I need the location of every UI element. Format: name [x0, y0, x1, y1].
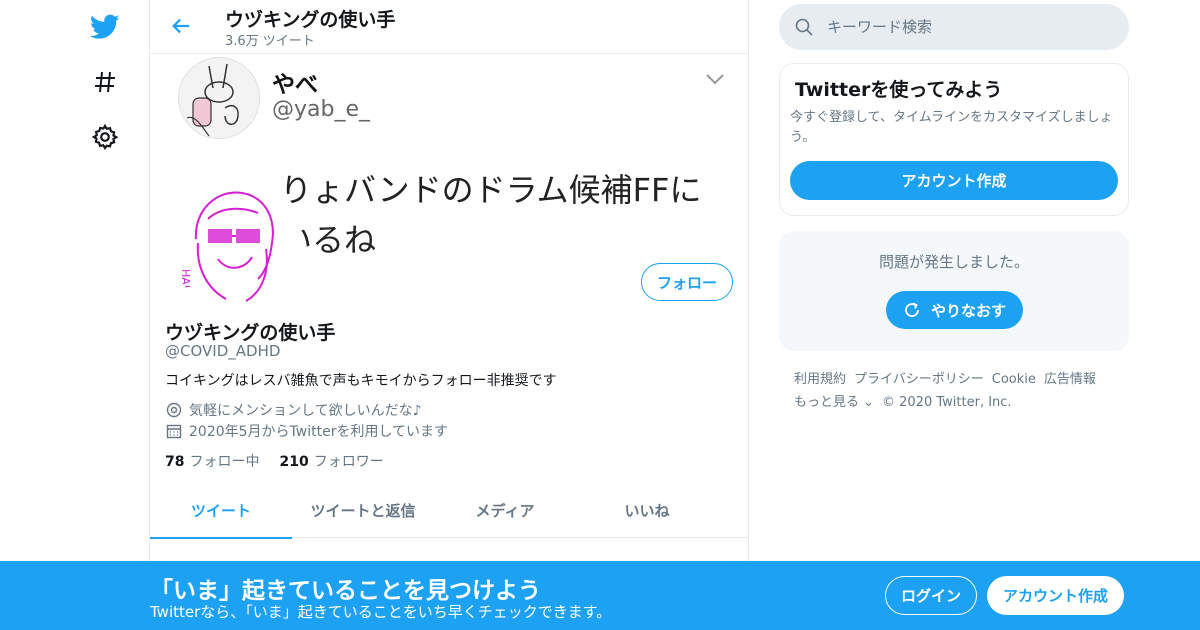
footer-link-terms[interactable]: 利用規約 [794, 372, 846, 387]
location-pin-icon [165, 401, 183, 419]
bottom-create-account-button[interactable]: アカウント作成 [987, 576, 1124, 615]
back-button[interactable] [166, 11, 196, 41]
signup-bottom-bar: 「いま」起きていることを見つけよう Twitterなら、「いま」起きていることを… [0, 561, 1200, 630]
location-text: 気軽にメンションして欲しいんだな♪ [189, 403, 422, 419]
profile-avatar[interactable]: HAHA [164, 175, 300, 311]
profile-bio: コイキングはレスバ雑魚で声もキモイからフォロー非推奨です [165, 373, 557, 389]
profile-header: ウヅキングの使い手 3.6万 ツイート [150, 0, 748, 54]
followers-label: フォロワー [313, 454, 384, 470]
profile-display-name: ウヅキングの使い手 [165, 322, 336, 344]
right-sidebar: Twitterを使ってみよう 今すぐ登録して、タイムラインをカスタマイズしましょ… [779, 0, 1129, 630]
profile-location: 気軽にメンションして欲しいんだな♪ [165, 400, 422, 420]
twitter-bird-icon [90, 14, 120, 39]
search-input[interactable] [827, 18, 1107, 36]
error-card: 問題が発生しました。 やりなおす [779, 231, 1129, 351]
signup-card-description: 今すぐ登録して、タイムラインをカスタマイズしましょう。 [790, 110, 1113, 145]
search-icon [795, 18, 813, 36]
left-navigation [80, 0, 130, 630]
profile-tabs: ツイート ツイートと返信 メディア いいね [150, 483, 748, 539]
calendar-icon [165, 422, 183, 440]
bottom-bar-title: 「いま」起きていることを見つけよう [150, 578, 541, 604]
profile-join-date: 2020年5月からTwitterを利用しています [165, 421, 448, 441]
copyright: © 2020 Twitter, Inc. [882, 395, 1012, 410]
followers-link[interactable]: 210 フォロワー [279, 451, 383, 471]
footer-link-ads[interactable]: 広告情報 [1044, 372, 1096, 387]
error-message: 問題が発生しました。 [878, 253, 1029, 271]
following-link[interactable]: 78 フォロー中 [165, 451, 259, 471]
signup-card-title: Twitterを使ってみよう [795, 79, 1003, 101]
tab-likes[interactable]: いいね [576, 483, 718, 538]
followers-count: 210 [279, 454, 309, 470]
gear-icon [92, 124, 118, 150]
twitter-home-button[interactable] [80, 2, 130, 52]
explore-button[interactable] [80, 57, 130, 107]
arrow-left-icon [172, 18, 190, 34]
page-title: ウヅキングの使い手 [225, 9, 396, 31]
banner-caption: りょバンドのドラム候補FFにいるね [280, 171, 702, 255]
create-account-button[interactable]: アカウント作成 [790, 161, 1118, 200]
search-box[interactable] [779, 4, 1129, 50]
footer-link-privacy[interactable]: プライバシーポリシー [854, 372, 984, 387]
bottom-bar-subtitle: Twitterなら、「いま」起きていることをいち早くチェックできます。 [150, 603, 612, 621]
avatar-drawing: HAHA [179, 191, 274, 302]
tweet-count: 3.6万 ツイート [225, 34, 315, 49]
footer-link-more[interactable]: もっと見る ⌄ [794, 395, 874, 410]
tab-media[interactable]: メディア [434, 483, 576, 538]
following-count: 78 [165, 454, 185, 470]
footer-links: 利用規約 プライバシーポリシー Cookie 広告情報 もっと見る ⌄ © 2020 T… [794, 368, 1124, 414]
banner-avatar [178, 57, 260, 139]
join-date-text: 2020年5月からTwitterを利用しています [189, 424, 449, 440]
banner-handle: @yab_e_ [272, 97, 371, 122]
follow-stats: 78 フォロー中 210 フォロワー [165, 451, 404, 471]
chevron-down-icon [705, 71, 725, 90]
login-button[interactable]: ログイン [885, 576, 977, 615]
settings-button[interactable] [80, 112, 130, 162]
retry-label: やりなおす [930, 301, 1006, 320]
svg-text:HAHA: HAHA [179, 269, 192, 301]
banner-avatar-drawing [186, 63, 239, 137]
banner-display-name: やべ [272, 72, 318, 98]
following-label: フォロー中 [189, 454, 260, 470]
footer-link-cookie[interactable]: Cookie [992, 372, 1036, 387]
signup-card: Twitterを使ってみよう 今すぐ登録して、タイムラインをカスタマイズしましょ… [779, 63, 1129, 216]
retry-button[interactable]: やりなおす [886, 291, 1023, 329]
profile-handle: @COVID_ADHD [165, 342, 281, 360]
tab-tweets[interactable]: ツイート [150, 483, 292, 539]
tab-tweets-and-replies[interactable]: ツイートと返信 [292, 483, 434, 538]
follow-button[interactable]: フォロー [641, 263, 733, 301]
refresh-icon [903, 301, 921, 319]
profile-column: ウヅキングの使い手 3.6万 ツイート やべ @yab_e_ りょバンドのドラム… [149, 0, 749, 630]
hashtag-icon [95, 71, 115, 93]
